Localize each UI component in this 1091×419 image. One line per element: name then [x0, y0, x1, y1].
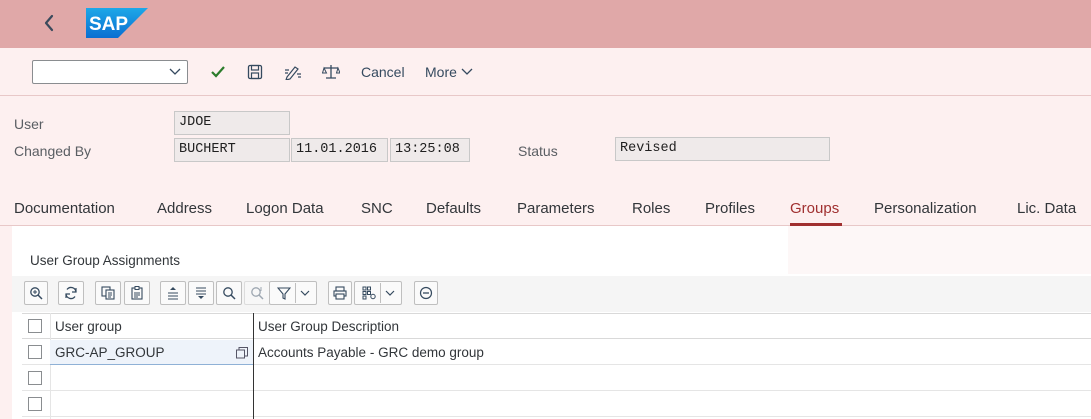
table-row [22, 365, 1091, 391]
row-checkbox[interactable] [28, 345, 42, 359]
layout-button[interactable] [354, 281, 402, 305]
tab-strip: Documentation Address Logon Data SNC Def… [0, 192, 1091, 226]
edit-icon[interactable] [282, 62, 304, 82]
table-header [22, 313, 1091, 339]
copy-icon[interactable] [95, 281, 121, 305]
changed-by-label: Changed By [14, 143, 92, 159]
tab-defaults[interactable]: Defaults [426, 200, 481, 217]
value-help-icon[interactable] [236, 346, 248, 359]
column-header-description[interactable]: User Group Description [258, 319, 399, 334]
chevron-down-icon[interactable] [167, 65, 183, 79]
chevron-down-icon [300, 290, 309, 296]
chevron-down-icon [385, 290, 394, 296]
changed-date-field: 11.01.2016 [291, 138, 388, 162]
tab-address[interactable]: Address [157, 200, 212, 217]
status-label: Status [518, 143, 558, 159]
logo-text: SAP [89, 14, 128, 35]
tab-roles[interactable]: Roles [632, 200, 670, 217]
column-header-user-group[interactable]: User group [55, 319, 122, 334]
table-row [22, 391, 1091, 417]
tab-groups[interactable]: Groups [790, 200, 839, 217]
save-icon[interactable] [244, 62, 266, 82]
command-input[interactable] [33, 61, 163, 83]
tab-snc[interactable]: SNC [361, 200, 393, 217]
paste-icon[interactable] [124, 281, 150, 305]
tab-logon-data[interactable]: Logon Data [246, 200, 324, 217]
sort-ascending-icon[interactable] [160, 281, 186, 305]
tab-profiles[interactable]: Profiles [705, 200, 755, 217]
user-label: User [14, 116, 44, 132]
refresh-icon[interactable] [58, 281, 84, 305]
details-icon[interactable] [24, 281, 48, 305]
application-toolbar: Cancel More [0, 48, 1091, 96]
changed-by-field: BUCHERT [174, 138, 290, 162]
user-field: JDOE [174, 111, 290, 135]
command-field[interactable] [32, 60, 188, 84]
print-icon[interactable] [328, 281, 352, 305]
status-field: Revised [615, 137, 830, 161]
tab-lic-data[interactable]: Lic. Data [1017, 200, 1076, 217]
sap-logo: SAP [86, 8, 148, 38]
remove-icon[interactable] [414, 281, 438, 305]
tab-personalization[interactable]: Personalization [874, 200, 977, 217]
more-button[interactable]: More [425, 64, 473, 80]
filter-icon [276, 287, 291, 300]
tab-documentation[interactable]: Documentation [14, 200, 115, 217]
back-icon[interactable] [36, 10, 62, 36]
tab-parameters[interactable]: Parameters [517, 200, 595, 217]
description-cell: Accounts Payable - GRC demo group [258, 345, 484, 360]
filter-button[interactable] [269, 281, 317, 305]
more-label: More [425, 64, 457, 80]
column-divider [253, 313, 254, 419]
shell-header: SAP [0, 0, 1091, 48]
section-title: User Group Assignments [30, 253, 181, 268]
scale-icon[interactable] [320, 62, 342, 82]
chevron-down-icon [461, 68, 473, 75]
cancel-label: Cancel [361, 64, 405, 80]
sort-descending-icon[interactable] [188, 281, 214, 305]
changed-time-field: 13:25:08 [390, 138, 470, 162]
row-checkbox[interactable] [28, 397, 42, 411]
select-all-checkbox[interactable] [28, 319, 42, 333]
panel-shade [788, 226, 1091, 274]
check-icon[interactable] [207, 62, 229, 82]
layout-icon [362, 286, 376, 300]
find-next-icon[interactable] [244, 281, 270, 305]
cancel-button[interactable]: Cancel [361, 64, 405, 80]
row-checkbox[interactable] [28, 371, 42, 385]
find-icon[interactable] [216, 281, 242, 305]
user-group-cell[interactable]: GRC-AP_GROUP [55, 345, 165, 360]
